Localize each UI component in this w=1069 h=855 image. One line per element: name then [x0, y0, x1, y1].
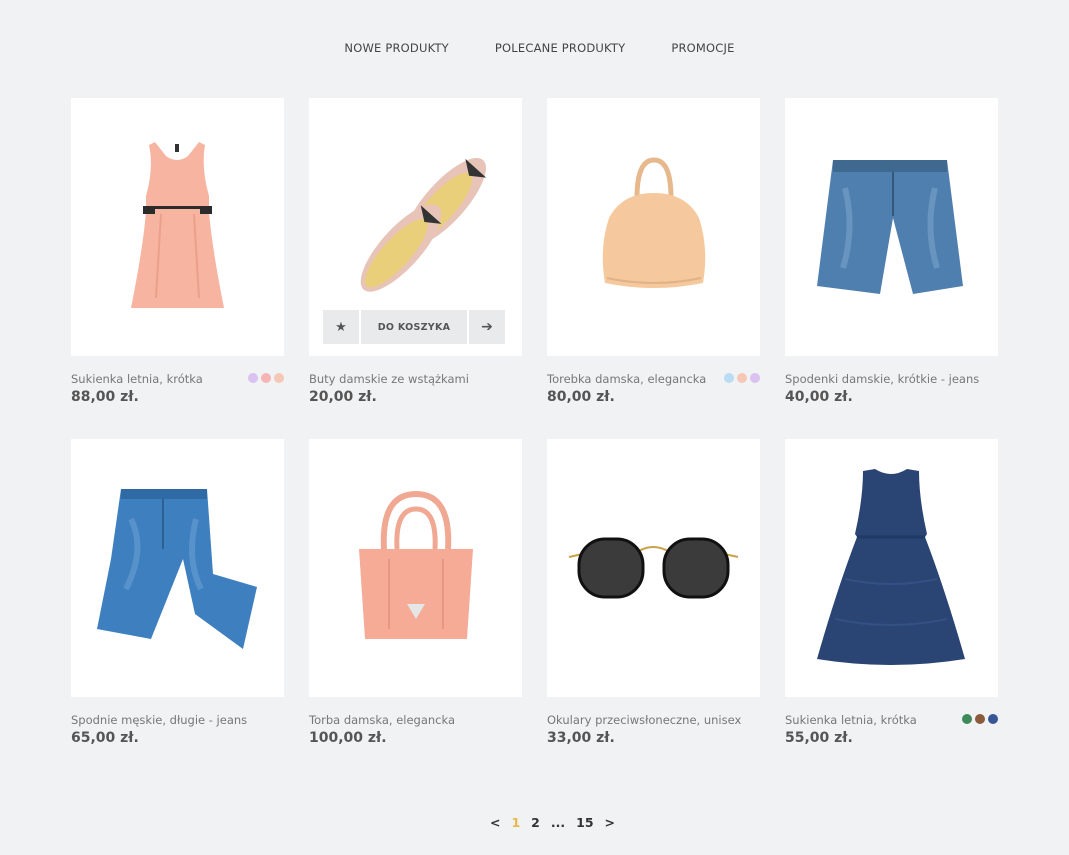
product-price: 20,00 zł.	[309, 389, 377, 405]
product-card[interactable]: Sukienka letnia, krótka 55,00 zł.	[785, 439, 998, 780]
product-image[interactable]	[785, 98, 998, 356]
product-card[interactable]: Spodnie męskie, długie - jeans 65,00 zł.	[71, 439, 284, 780]
color-swatch[interactable]	[962, 714, 972, 724]
product-image[interactable]	[71, 439, 284, 697]
color-swatches	[248, 373, 284, 383]
jeans-image	[97, 489, 257, 649]
color-swatches	[962, 714, 998, 724]
product-name[interactable]: Okulary przeciwsłoneczne, unisex	[547, 713, 760, 727]
add-to-cart-button[interactable]: DO KOSZYKA	[361, 310, 467, 344]
product-price: 65,00 zł.	[71, 730, 139, 746]
color-swatch[interactable]	[988, 714, 998, 724]
product-card[interactable]: ★ DO KOSZYKA ➔ Buty damskie ze wstążkami…	[309, 98, 522, 439]
product-name[interactable]: Torba damska, elegancka	[309, 713, 522, 727]
beige-handbag-image	[602, 157, 706, 288]
product-name[interactable]: Spodenki damskie, krótkie - jeans	[785, 372, 998, 386]
navy-dress-image	[817, 469, 965, 665]
denim-shorts-image	[817, 160, 963, 294]
color-swatch[interactable]	[248, 373, 258, 383]
color-swatch[interactable]	[975, 714, 985, 724]
prev-page-button[interactable]: <	[490, 815, 500, 830]
color-swatch[interactable]	[737, 373, 747, 383]
product-image[interactable]	[785, 439, 998, 697]
product-image[interactable]	[309, 439, 522, 697]
color-swatches	[724, 373, 760, 383]
product-card[interactable]: Sukienka letnia, krótka 88,00 zł.	[71, 98, 284, 439]
arrow-right-icon: ➔	[481, 319, 493, 335]
product-price: 100,00 zł.	[309, 730, 387, 746]
page-ellipsis: ...	[550, 815, 566, 830]
product-name[interactable]: Buty damskie ze wstążkami	[309, 372, 522, 386]
color-swatch[interactable]	[274, 373, 284, 383]
product-price: 33,00 zł.	[547, 730, 615, 746]
view-product-button[interactable]: ➔	[469, 310, 505, 344]
tab-new-products[interactable]: NOWE PRODUKTY	[344, 41, 449, 55]
product-hover-actions: ★ DO KOSZYKA ➔	[323, 310, 505, 344]
product-price: 40,00 zł.	[785, 389, 853, 405]
product-grid: Sukienka letnia, krótka 88,00 zł. ★ DO K…	[71, 98, 998, 780]
page-15-button[interactable]: 15	[576, 815, 593, 830]
next-page-button[interactable]: >	[605, 815, 615, 830]
add-to-wishlist-button[interactable]: ★	[323, 310, 359, 344]
product-card[interactable]: Okulary przeciwsłoneczne, unisex 33,00 z…	[547, 439, 760, 780]
product-card[interactable]: Torba damska, elegancka 100,00 zł.	[309, 439, 522, 780]
product-name[interactable]: Spodnie męskie, długie - jeans	[71, 713, 284, 727]
category-tabs: NOWE PRODUKTY POLECANE PRODUKTY PROMOCJE	[0, 41, 1069, 55]
tab-promotions[interactable]: PROMOCJE	[671, 41, 734, 55]
product-image[interactable]	[547, 98, 760, 356]
page-1-button[interactable]: 1	[511, 815, 520, 830]
product-price: 80,00 zł.	[547, 389, 615, 405]
tab-recommended-products[interactable]: POLECANE PRODUKTY	[495, 41, 625, 55]
sunglasses-image	[568, 537, 739, 599]
star-icon: ★	[335, 319, 347, 335]
product-card[interactable]: Torebka damska, elegancka 80,00 zł.	[547, 98, 760, 439]
pink-dress-image	[131, 142, 224, 308]
color-swatch[interactable]	[724, 373, 734, 383]
pink-handbag-image	[359, 490, 473, 639]
product-image[interactable]	[547, 439, 760, 697]
product-image[interactable]	[71, 98, 284, 356]
page-2-button[interactable]: 2	[531, 815, 540, 830]
color-swatch[interactable]	[261, 373, 271, 383]
pagination: < 1 2 ... 15 >	[0, 815, 1069, 830]
product-image[interactable]: ★ DO KOSZYKA ➔	[309, 98, 522, 356]
product-price: 88,00 zł.	[71, 389, 139, 405]
color-swatch[interactable]	[750, 373, 760, 383]
product-card[interactable]: Spodenki damskie, krótkie - jeans 40,00 …	[785, 98, 998, 439]
product-price: 55,00 zł.	[785, 730, 853, 746]
